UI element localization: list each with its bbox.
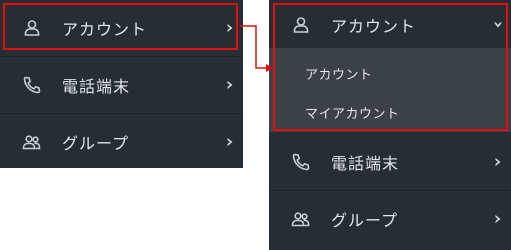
- group-icon: [22, 132, 42, 152]
- menu-item-label: グループ: [331, 211, 399, 230]
- chevron-right-icon: [493, 214, 503, 224]
- menu-item-phone[interactable]: 電話端末: [0, 57, 243, 113]
- menu-item-phone[interactable]: 電話端末: [269, 134, 511, 190]
- chevron-right-icon: [493, 157, 503, 167]
- chevron-right-icon: [225, 80, 235, 90]
- phone-icon: [291, 152, 311, 172]
- chevron-right-icon: [225, 137, 235, 147]
- menu-item-group[interactable]: グループ: [269, 191, 511, 247]
- group-icon: [291, 209, 311, 229]
- highlight-box-expanded: [273, 3, 508, 131]
- menu-item-label: 電話端末: [62, 77, 131, 96]
- menu-item-label: グループ: [62, 134, 130, 153]
- menu-item-group[interactable]: グループ: [0, 114, 243, 170]
- highlight-box-collapsed: [3, 3, 238, 50]
- menu-item-label: 電話端末: [331, 154, 400, 173]
- phone-icon: [22, 75, 42, 95]
